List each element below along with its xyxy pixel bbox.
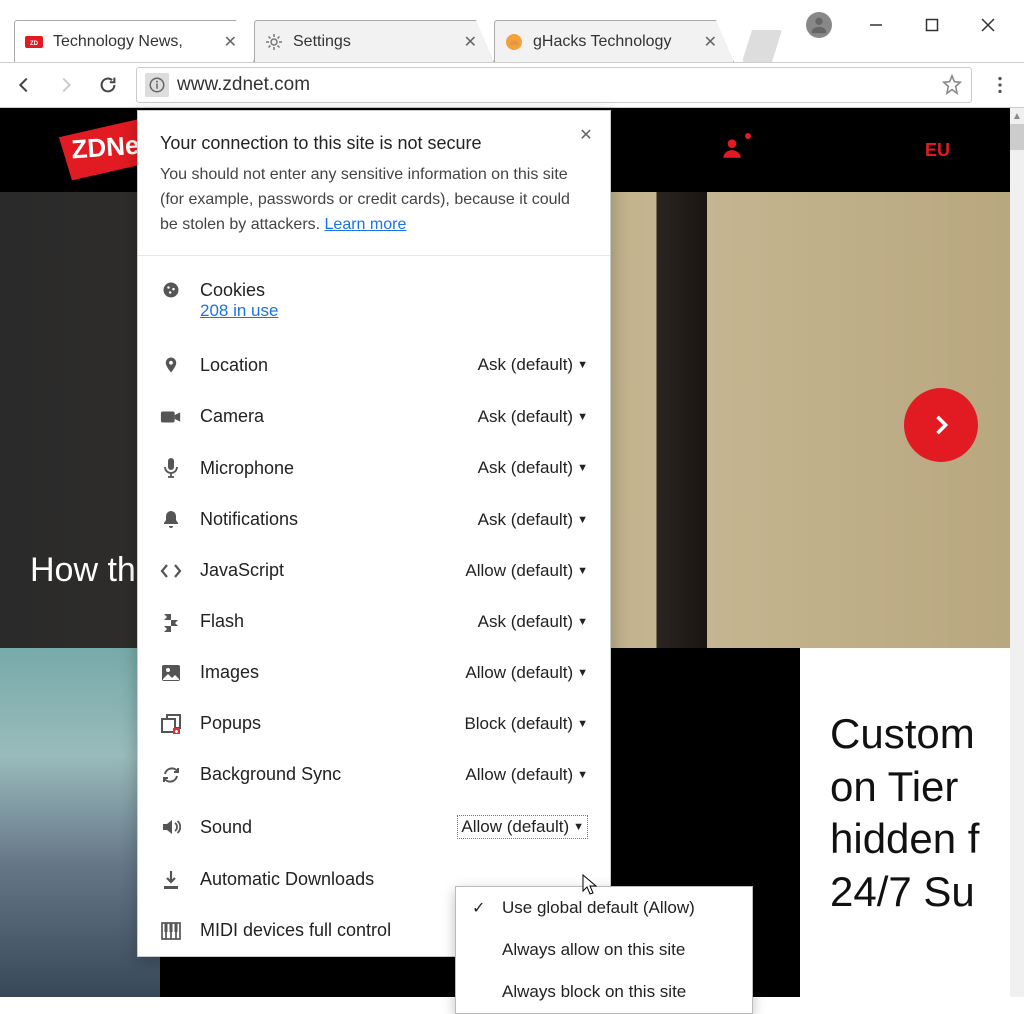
profile-avatar-icon[interactable] [806,12,832,38]
permission-label: JavaScript [200,560,447,581]
tab-settings[interactable]: Settings ✕ [254,20,494,62]
permission-row-js: JavaScript Allow (default) ▼ [160,545,588,596]
toolbar: www.zdnet.com [0,62,1024,108]
permission-label: Background Sync [200,764,447,785]
permission-label: Camera [200,406,460,427]
permission-select[interactable]: Ask (default) ▼ [478,612,588,632]
sound-permission-dropdown: Use global default (Allow)Always allow o… [455,886,753,1014]
js-icon [160,563,182,579]
sync-icon [160,765,182,785]
notification-dot-icon [745,133,751,139]
popup-header: ✕ Your connection to this site is not se… [138,111,610,256]
permission-select[interactable]: Ask (default) ▼ [478,458,588,478]
scroll-up-arrow-icon[interactable]: ▲ [1010,108,1024,124]
tab-close-button[interactable]: ✕ [464,32,483,52]
article-headline: Custom on Tier hidden f 24/7 Su [800,648,1010,997]
reload-button[interactable] [94,71,122,99]
user-account-icon[interactable] [719,135,745,166]
permission-label: Location [200,355,460,376]
article-thumbnail [0,648,160,997]
site-info-icon[interactable] [145,73,169,97]
tab-ghacks[interactable]: gHacks Technology ✕ [494,20,734,62]
permission-row-bell: Notifications Ask (default) ▼ [160,494,588,545]
chrome-menu-button[interactable] [986,71,1014,99]
permission-select[interactable]: Block (default) ▼ [464,714,588,734]
flash-icon [160,612,182,632]
camera-icon [160,409,182,425]
permission-label: Microphone [200,458,460,479]
popups-icon [160,714,182,734]
minimize-button[interactable] [864,13,888,37]
window-controls [782,0,1024,50]
bookmark-star-icon[interactable] [941,74,963,96]
permission-row-flash: Flash Ask (default) ▼ [160,596,588,647]
location-icon [160,354,182,376]
tab-title: Settings [293,33,454,51]
learn-more-link[interactable]: Learn more [325,216,407,233]
region-label[interactable]: EU [925,140,950,161]
permission-label: Sound [200,817,439,838]
permission-select[interactable]: Allow (default) ▼ [465,765,588,785]
dropdown-option[interactable]: Use global default (Allow) [456,887,752,929]
tab-close-button[interactable]: ✕ [704,32,723,52]
permission-label: Images [200,662,447,683]
scrollbar-thumb[interactable] [1010,124,1024,150]
tab-title: gHacks Technology [533,33,694,51]
permission-row-sound: Sound Allow (default) ▼ [160,800,588,854]
close-window-button[interactable] [976,13,1000,37]
popup-body: You should not enter any sensitive infor… [160,163,588,237]
back-button[interactable] [10,71,38,99]
mic-icon [160,457,182,479]
sound-icon [160,818,182,836]
favicon-ghacks-icon [505,33,523,51]
cookies-count-link[interactable]: 208 in use [200,301,278,320]
vertical-scrollbar[interactable]: ▲ [1010,108,1024,997]
favicon-gear-icon [265,33,283,51]
permission-label: Popups [200,713,446,734]
permission-select[interactable]: Ask (default) ▼ [478,510,588,530]
permission-row-mic: Microphone Ask (default) ▼ [160,442,588,494]
favicon-zdnet-icon: ZD [25,33,43,51]
cookies-row: Cookies 208 in use [160,270,588,339]
permission-select[interactable]: Allow (default) ▼ [465,561,588,581]
maximize-button[interactable] [920,13,944,37]
dropdown-option[interactable]: Always block on this site [456,971,752,1013]
popup-title: Your connection to this site is not secu… [160,133,588,154]
midi-icon [160,922,182,940]
cookies-label: Cookies [200,280,278,301]
permission-select[interactable]: Allow (default) ▼ [457,815,588,839]
header-right: EU [719,135,950,166]
omnibox[interactable]: www.zdnet.com [136,67,972,103]
tab-close-button[interactable]: ✕ [224,32,243,52]
tab-zdnet[interactable]: ZD Technology News, ✕ [14,20,254,62]
permission-row-camera: Camera Ask (default) ▼ [160,391,588,442]
permission-select[interactable]: Allow (default) ▼ [465,663,588,683]
permission-label: Notifications [200,509,460,530]
permission-row-popups: Popups Block (default) ▼ [160,698,588,749]
permission-select[interactable]: Ask (default) ▼ [478,407,588,427]
next-slide-button[interactable] [904,388,978,462]
permission-row-images: Images Allow (default) ▼ [160,647,588,698]
site-info-popup: ✕ Your connection to this site is not se… [137,110,611,957]
permission-row-location: Location Ask (default) ▼ [160,339,588,391]
permission-label: Flash [200,611,460,632]
bell-icon [160,510,182,530]
permission-select[interactable]: Ask (default) ▼ [478,355,588,375]
popup-close-button[interactable]: ✕ [574,123,598,147]
cookie-icon [160,280,182,300]
permissions-list: Cookies 208 in use Location Ask (default)… [138,256,610,956]
permission-row-sync: Background Sync Allow (default) ▼ [160,749,588,800]
download-icon [160,870,182,890]
url-text: www.zdnet.com [177,74,933,96]
dropdown-option[interactable]: Always allow on this site [456,929,752,971]
forward-button[interactable] [52,71,80,99]
images-icon [160,664,182,682]
tab-title: Technology News, [53,33,214,51]
new-tab-button[interactable] [742,30,782,62]
svg-text:ZD: ZD [30,41,39,47]
